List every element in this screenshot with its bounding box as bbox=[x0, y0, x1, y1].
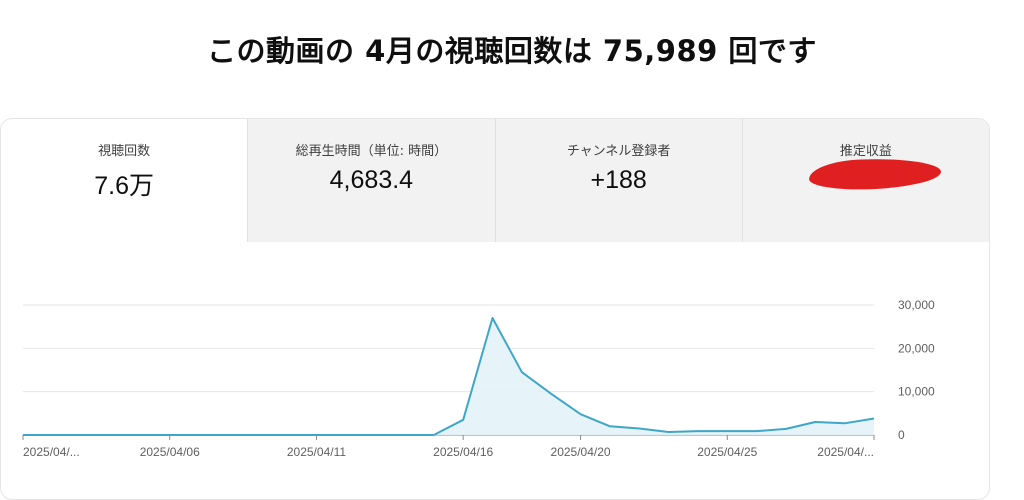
y-tick-label: 20,000 bbox=[898, 341, 935, 355]
revenue-redaction bbox=[808, 157, 941, 192]
views-area bbox=[23, 318, 874, 435]
y-tick-label: 10,000 bbox=[898, 385, 935, 399]
tab-watch-time[interactable]: 総再生時間（単位: 時間） 4,683.4 bbox=[248, 119, 495, 242]
analytics-card: 視聴回数 7.6万 総再生時間（単位: 時間） 4,683.4 チャンネル登録者… bbox=[0, 118, 990, 500]
revenue-label: 推定収益 bbox=[743, 140, 989, 159]
views-line bbox=[23, 318, 874, 435]
x-tick-label: 2025/04/16 bbox=[433, 445, 493, 459]
tab-subscribers[interactable]: チャンネル登録者 +188 bbox=[496, 119, 743, 242]
x-tick-label: 2025/04/25 bbox=[697, 445, 757, 459]
watch-time-value: 4,683.4 bbox=[248, 166, 494, 195]
subscribers-label: チャンネル登録者 bbox=[496, 140, 742, 159]
x-tick-label: 2025/04/20 bbox=[551, 445, 611, 459]
views-label: 視聴回数 bbox=[1, 140, 247, 159]
tab-revenue[interactable]: 推定収益 bbox=[743, 119, 989, 242]
x-tick-label: 2025/04/06 bbox=[140, 445, 200, 459]
views-chart-area: 0 10,000 20,000 30,000 2025/04/... 2025/04/06… bbox=[1, 242, 989, 499]
watch-time-label: 総再生時間（単位: 時間） bbox=[248, 140, 494, 159]
views-value: 7.6万 bbox=[1, 166, 247, 202]
y-tick-label: 0 bbox=[898, 428, 905, 442]
subscribers-value: +188 bbox=[496, 166, 742, 195]
x-tick-label: 2025/04/... bbox=[23, 445, 80, 459]
tab-views[interactable]: 視聴回数 7.6万 bbox=[1, 119, 248, 242]
x-tick-label: 2025/04/... bbox=[817, 445, 874, 459]
x-tick-label: 2025/04/11 bbox=[287, 445, 346, 459]
views-chart: 0 10,000 20,000 30,000 2025/04/... 2025/04/06… bbox=[1, 242, 989, 499]
y-tick-label: 30,000 bbox=[898, 298, 935, 312]
page-title: この動画の 4月の視聴回数は 75,989 回です bbox=[0, 28, 1024, 70]
metric-tabs: 視聴回数 7.6万 総再生時間（単位: 時間） 4,683.4 チャンネル登録者… bbox=[1, 119, 989, 242]
